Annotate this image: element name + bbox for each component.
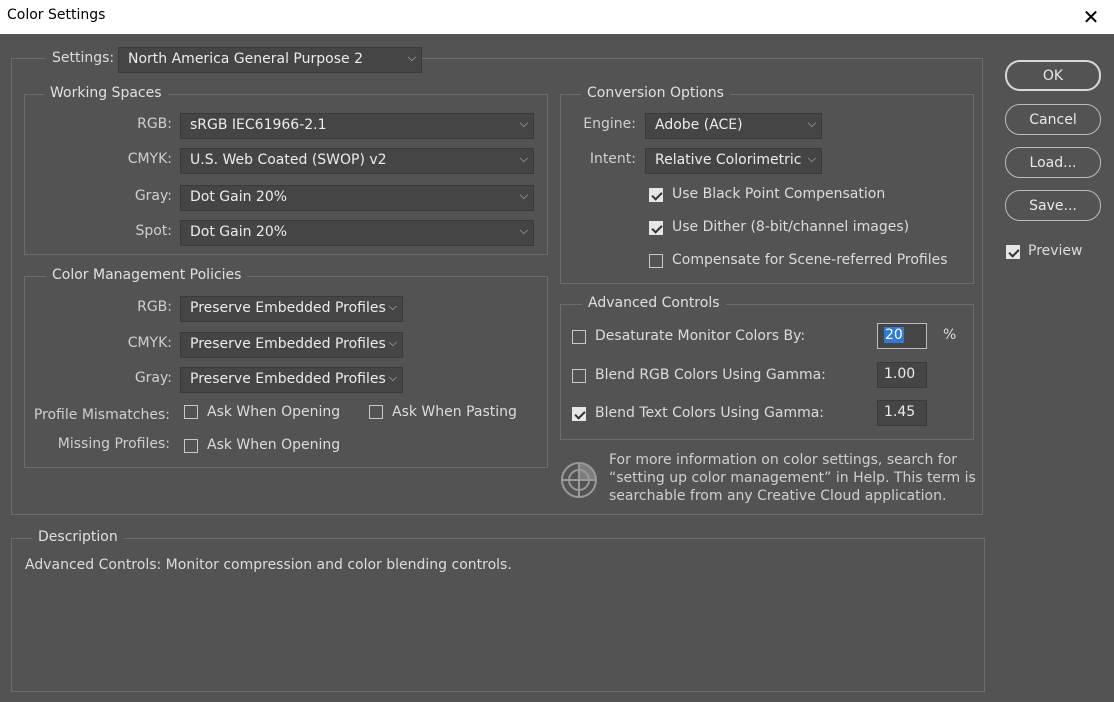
ws-gray-label: Gray: bbox=[134, 188, 172, 204]
chevron-down-icon: ⌵ bbox=[519, 224, 528, 237]
working-spaces-legend: Working Spaces bbox=[44, 85, 168, 101]
blend-text-checkbox[interactable] bbox=[572, 407, 586, 421]
preview-label[interactable]: Preview bbox=[1028, 243, 1083, 259]
policy-gray-label: Gray: bbox=[134, 370, 172, 386]
window-title: Color Settings bbox=[7, 7, 106, 23]
policy-gray-select[interactable]: Preserve Embedded Profiles ⌵ bbox=[180, 367, 403, 393]
policy-gray-value: Preserve Embedded Profiles bbox=[190, 371, 386, 387]
mismatch-ask-pasting-label[interactable]: Ask When Pasting bbox=[392, 404, 517, 420]
close-icon[interactable]: ✕ bbox=[1068, 0, 1114, 34]
chevron-down-icon: ⌵ bbox=[807, 117, 816, 130]
chevron-down-icon: ⌵ bbox=[388, 336, 397, 349]
chevron-down-icon: ⌵ bbox=[388, 300, 397, 313]
policy-cmyk-value: Preserve Embedded Profiles bbox=[190, 336, 386, 352]
policy-rgb-select[interactable]: Preserve Embedded Profiles ⌵ bbox=[180, 296, 403, 322]
info-line: For more information on color settings, … bbox=[609, 452, 958, 468]
ok-button[interactable]: OK bbox=[1005, 60, 1101, 91]
blend-text-input[interactable]: 1.45 bbox=[877, 400, 927, 426]
ws-rgb-label: RGB: bbox=[137, 116, 172, 132]
mismatch-ask-opening-checkbox[interactable] bbox=[184, 405, 198, 419]
chevron-down-icon: ⌵ bbox=[388, 371, 397, 384]
info-line: searchable from any Creative Cloud appli… bbox=[609, 488, 947, 504]
ws-spot-label: Spot: bbox=[135, 223, 172, 239]
policy-cmyk-select[interactable]: Preserve Embedded Profiles ⌵ bbox=[180, 332, 403, 358]
dither-checkbox[interactable] bbox=[649, 221, 663, 235]
conversion-legend: Conversion Options bbox=[581, 85, 730, 101]
blend-text-label[interactable]: Blend Text Colors Using Gamma: bbox=[595, 405, 824, 421]
blend-text-value: 1.45 bbox=[884, 404, 916, 420]
color-settings-dialog: Settings: North America General Purpose … bbox=[0, 34, 1114, 702]
ws-gray-value: Dot Gain 20% bbox=[190, 189, 288, 205]
policy-cmyk-label: CMYK: bbox=[127, 335, 172, 351]
scene-referred-checkbox[interactable] bbox=[649, 254, 663, 268]
missing-ask-opening-checkbox[interactable] bbox=[184, 439, 198, 453]
black-point-label[interactable]: Use Black Point Compensation bbox=[672, 186, 885, 202]
ws-cmyk-label: CMYK: bbox=[127, 151, 172, 167]
engine-select[interactable]: Adobe (ACE) ⌵ bbox=[645, 113, 822, 139]
policy-rgb-label: RGB: bbox=[137, 299, 172, 315]
preview-checkbox[interactable] bbox=[1006, 245, 1020, 259]
description-legend: Description bbox=[32, 529, 124, 545]
blend-rgb-checkbox[interactable] bbox=[572, 369, 586, 383]
info-text: For more information on color settings, … bbox=[609, 451, 976, 505]
profile-mismatches-label: Profile Mismatches: bbox=[33, 407, 170, 423]
intent-select[interactable]: Relative Colorimetric ⌵ bbox=[645, 148, 822, 174]
advanced-legend: Advanced Controls bbox=[582, 295, 726, 311]
chevron-down-icon: ⌵ bbox=[519, 152, 528, 165]
missing-ask-opening-label[interactable]: Ask When Opening bbox=[207, 437, 340, 453]
ws-cmyk-value: U.S. Web Coated (SWOP) v2 bbox=[190, 152, 387, 168]
settings-select-value: North America General Purpose 2 bbox=[128, 51, 363, 67]
intent-value: Relative Colorimetric bbox=[655, 152, 802, 168]
desaturate-label[interactable]: Desaturate Monitor Colors By: bbox=[595, 328, 805, 344]
chevron-down-icon: ⌵ bbox=[407, 51, 416, 64]
engine-label: Engine: bbox=[583, 116, 636, 132]
settings-select[interactable]: North America General Purpose 2 ⌵ bbox=[118, 47, 422, 73]
ws-spot-select[interactable]: Dot Gain 20% ⌵ bbox=[180, 220, 534, 246]
blend-rgb-input[interactable]: 1.00 bbox=[877, 362, 927, 388]
intent-label: Intent: bbox=[589, 151, 636, 167]
policy-rgb-value: Preserve Embedded Profiles bbox=[190, 300, 386, 316]
desaturate-value: 20 bbox=[884, 327, 904, 343]
info-line: “setting up color management” in Help. T… bbox=[609, 470, 976, 486]
ws-rgb-select[interactable]: sRGB IEC61966-2.1 ⌵ bbox=[180, 113, 534, 139]
scene-referred-label[interactable]: Compensate for Scene-referred Profiles bbox=[672, 252, 948, 268]
cancel-button[interactable]: Cancel bbox=[1005, 104, 1101, 135]
blend-rgb-label[interactable]: Blend RGB Colors Using Gamma: bbox=[595, 367, 826, 383]
desaturate-input[interactable]: 20 bbox=[877, 323, 927, 349]
color-wheel-icon bbox=[561, 462, 597, 498]
dither-label[interactable]: Use Dither (8-bit/channel images) bbox=[672, 219, 909, 235]
black-point-checkbox[interactable] bbox=[649, 188, 663, 202]
engine-value: Adobe (ACE) bbox=[655, 117, 743, 133]
description-text: Advanced Controls: Monitor compression a… bbox=[25, 557, 512, 573]
ws-rgb-value: sRGB IEC61966-2.1 bbox=[190, 117, 327, 133]
missing-profiles-label: Missing Profiles: bbox=[57, 436, 170, 452]
desaturate-checkbox[interactable] bbox=[572, 330, 586, 344]
load-button[interactable]: Load... bbox=[1005, 147, 1101, 178]
title-bar: Color Settings ✕ bbox=[0, 0, 1114, 34]
mismatch-ask-opening-label[interactable]: Ask When Opening bbox=[207, 404, 340, 420]
chevron-down-icon: ⌵ bbox=[807, 152, 816, 165]
blend-rgb-value: 1.00 bbox=[884, 366, 916, 382]
chevron-down-icon: ⌵ bbox=[519, 117, 528, 130]
mismatch-ask-pasting-checkbox[interactable] bbox=[369, 405, 383, 419]
ws-gray-select[interactable]: Dot Gain 20% ⌵ bbox=[180, 185, 534, 211]
chevron-down-icon: ⌵ bbox=[519, 189, 528, 202]
ws-cmyk-select[interactable]: U.S. Web Coated (SWOP) v2 ⌵ bbox=[180, 148, 534, 174]
desaturate-unit: % bbox=[943, 327, 957, 343]
ws-spot-value: Dot Gain 20% bbox=[190, 224, 288, 240]
settings-label: Settings: bbox=[45, 50, 122, 66]
policies-legend: Color Management Policies bbox=[46, 267, 248, 283]
save-button[interactable]: Save... bbox=[1005, 190, 1101, 221]
